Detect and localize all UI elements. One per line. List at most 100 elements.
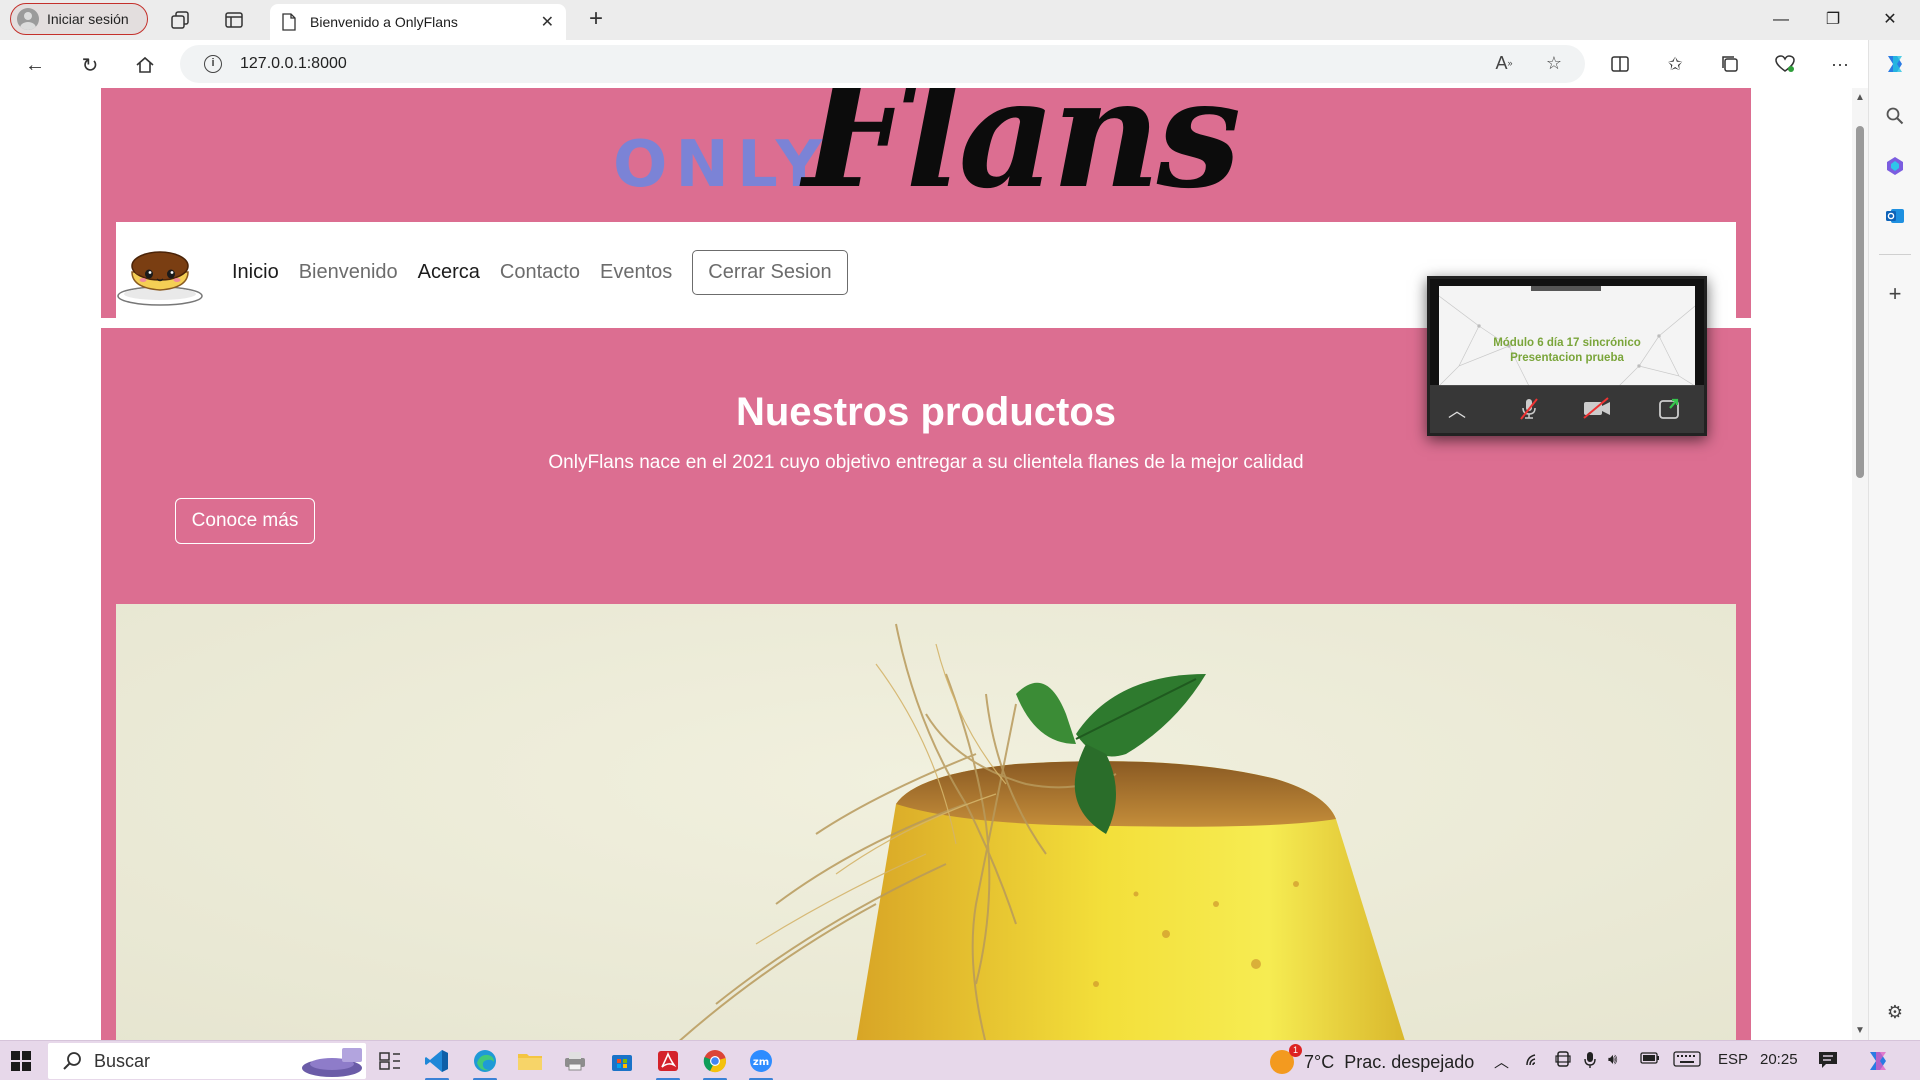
nav-bienvenido[interactable]: Bienvenido: [299, 261, 398, 284]
profile-label: Iniciar sesión: [47, 11, 129, 27]
weather-sun-icon: [1270, 1044, 1302, 1074]
share-icon[interactable]: [1654, 397, 1684, 423]
scroll-up-icon[interactable]: ▲: [1854, 92, 1866, 103]
address-input[interactable]: i 127.0.0.1:8000: [180, 45, 1585, 83]
nav-acerca[interactable]: Acerca: [418, 261, 480, 284]
search-highlight-image: [302, 1048, 362, 1077]
zoom-floating-window[interactable]: Módulo 6 día 17 sincrónico Presentacion …: [1427, 276, 1707, 436]
zoom-slide-line2: Presentacion prueba: [1510, 352, 1624, 364]
start-button[interactable]: [11, 1051, 31, 1071]
logout-button[interactable]: Cerrar Sesion: [692, 250, 848, 295]
restore-button[interactable]: ❐: [1810, 6, 1856, 34]
conoce-mas-button[interactable]: Conoce más: [175, 498, 315, 544]
page-viewport: ONLY Flans Inicio Bienvenido Acerca Cont…: [0, 88, 1868, 1040]
hero-subtitle: OnlyFlans nace en el 2021 cuyo objetivo …: [548, 452, 1304, 473]
weather-temp: 7°C: [1304, 1051, 1335, 1072]
meet-now-icon[interactable]: [1555, 1051, 1571, 1073]
copilot-icon[interactable]: [1881, 50, 1909, 78]
taskbar-search-label: Buscar: [94, 1050, 151, 1071]
notifications-icon[interactable]: [1818, 1051, 1838, 1073]
tab-close-icon[interactable]: ✕: [541, 12, 554, 32]
site-info-icon[interactable]: i: [204, 55, 222, 73]
keyboard-icon[interactable]: [1673, 1051, 1701, 1071]
volume-icon[interactable]: 🔊︎: [1608, 1051, 1617, 1068]
browser-titlebar: Iniciar sesión Bienvenido a OnlyFlans ✕ …: [0, 0, 1920, 40]
sidebar-settings-icon[interactable]: ⚙: [1881, 998, 1909, 1026]
task-view-icon[interactable]: [375, 1046, 405, 1076]
site-logo[interactable]: ONLY Flans: [613, 88, 1253, 222]
battery-icon[interactable]: [1640, 1051, 1660, 1068]
zoom-shared-slide: Módulo 6 día 17 sincrónico Presentacion …: [1439, 286, 1695, 386]
refresh-button[interactable]: ↻: [75, 50, 105, 80]
acrobat-icon[interactable]: [653, 1046, 683, 1076]
onlyflans-page: ONLY Flans Inicio Bienvenido Acerca Cont…: [101, 88, 1751, 1040]
back-button[interactable]: ←: [20, 50, 50, 80]
more-menu-icon[interactable]: ···: [1825, 49, 1855, 79]
profile-button[interactable]: Iniciar sesión: [10, 3, 148, 35]
svg-text:zm: zm: [753, 1057, 769, 1068]
zoom-slide-line1: Módulo 6 día 17 sincrónico: [1493, 337, 1641, 349]
edge-sidebar: + ⚙: [1868, 40, 1920, 1040]
file-explorer-icon[interactable]: [515, 1046, 545, 1076]
split-screen-icon[interactable]: [1605, 49, 1635, 79]
vscode-icon[interactable]: [422, 1046, 452, 1076]
clock-time[interactable]: 20:25: [1760, 1051, 1798, 1068]
microsoft-store-icon[interactable]: [607, 1046, 637, 1076]
zoom-controls-bar: ︿: [1430, 385, 1704, 433]
tray-chevron-icon[interactable]: ︿: [1494, 1051, 1509, 1072]
profile-avatar-icon: [17, 8, 39, 30]
windows-taskbar: Buscar zm 7°C Prac. despejado ︿: [0, 1040, 1920, 1080]
network-icon[interactable]: [1525, 1051, 1543, 1071]
chrome-icon[interactable]: [700, 1046, 730, 1076]
zoom-app-icon[interactable]: zm: [746, 1046, 776, 1076]
add-sidebar-app-icon[interactable]: +: [1881, 280, 1909, 308]
taskbar-search[interactable]: Buscar: [48, 1043, 366, 1079]
weather-widget[interactable]: 7°C Prac. despejado: [1270, 1044, 1475, 1074]
page-icon: [282, 13, 296, 31]
flan-brand-icon[interactable]: [116, 242, 204, 306]
search-icon: [63, 1052, 81, 1070]
edge-icon[interactable]: [470, 1046, 500, 1076]
tab-title: Bienvenido a OnlyFlans: [310, 14, 458, 30]
weather-desc: Prac. despejado: [1344, 1051, 1475, 1072]
close-window-button[interactable]: ✕: [1867, 6, 1913, 34]
scrollbar-thumb[interactable]: [1856, 126, 1864, 478]
expand-icon[interactable]: ︿: [1442, 397, 1472, 423]
read-aloud-icon[interactable]: A»: [1490, 49, 1518, 77]
search-icon[interactable]: [1881, 102, 1909, 130]
zoom-slide-text: Módulo 6 día 17 sincrónico Presentacion …: [1439, 336, 1695, 366]
browser-essentials-icon[interactable]: [1770, 49, 1800, 79]
copilot-taskbar-icon[interactable]: [1864, 1047, 1892, 1079]
home-button[interactable]: [130, 50, 160, 80]
favorites-icon[interactable]: ✩: [1660, 49, 1690, 79]
logo-only-text: ONLY: [613, 128, 831, 202]
camera-off-icon[interactable]: [1582, 397, 1612, 423]
page-scrollbar[interactable]: ▲ ▼: [1852, 88, 1868, 1040]
scroll-down-icon[interactable]: ▼: [1854, 1025, 1866, 1036]
language-indicator[interactable]: ESP: [1718, 1051, 1748, 1068]
vertical-tabs-icon[interactable]: [222, 8, 246, 32]
nav-eventos[interactable]: Eventos: [600, 261, 672, 284]
new-tab-button[interactable]: +: [582, 6, 610, 34]
logo-flans-text: Flans: [803, 88, 1241, 222]
tab-onlyflans[interactable]: Bienvenido a OnlyFlans ✕: [270, 4, 566, 40]
start-logo-tile: [11, 1051, 20, 1060]
mic-muted-icon[interactable]: [1514, 397, 1544, 423]
collections-icon[interactable]: [1715, 49, 1745, 79]
printer-app-icon[interactable]: [560, 1046, 590, 1076]
start-logo-tile: [11, 1062, 20, 1071]
start-logo-tile: [22, 1062, 31, 1071]
microsoft-365-icon[interactable]: [1881, 152, 1909, 180]
nav-links: Inicio Bienvenido Acerca Contacto Evento…: [232, 250, 848, 295]
nav-contacto[interactable]: Contacto: [500, 261, 580, 284]
flan-photo: [116, 604, 1736, 1040]
workspaces-icon[interactable]: [168, 8, 192, 32]
start-logo-tile: [22, 1051, 31, 1060]
outlook-icon[interactable]: [1881, 202, 1909, 230]
minimize-button[interactable]: —: [1758, 6, 1804, 34]
favorite-star-icon[interactable]: ☆: [1540, 49, 1568, 77]
nav-inicio[interactable]: Inicio: [232, 261, 279, 284]
microphone-icon[interactable]: [1584, 1051, 1596, 1073]
url-text: 127.0.0.1:8000: [240, 55, 347, 72]
sidebar-divider: [1879, 254, 1911, 255]
